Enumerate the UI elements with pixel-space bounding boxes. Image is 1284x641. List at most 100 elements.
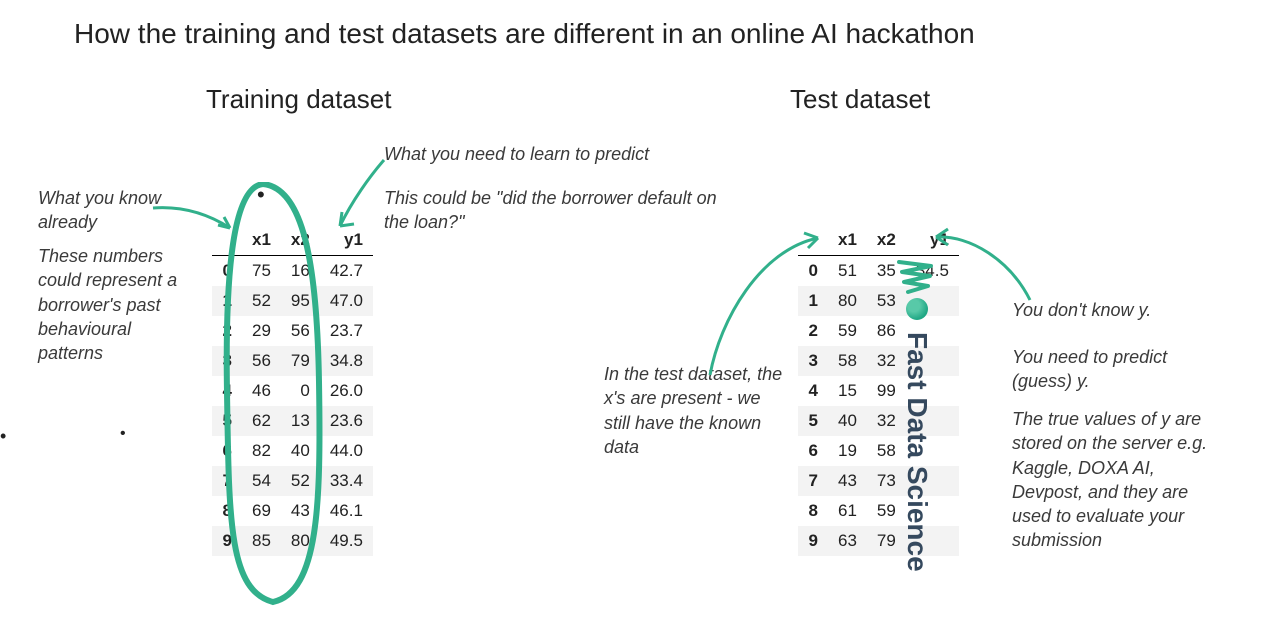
- col-y1: y1: [906, 225, 959, 256]
- note-learn-predict: What you need to learn to predict: [384, 142, 724, 166]
- cell: 58: [867, 436, 906, 466]
- table-row: 86159: [798, 496, 959, 526]
- col-x2: x2: [281, 225, 320, 256]
- table-row: 61958: [798, 436, 959, 466]
- cell: 16: [281, 256, 320, 287]
- cell: 51: [828, 256, 867, 287]
- cell: 34.5: [906, 256, 959, 287]
- cell: 4: [212, 376, 242, 406]
- table-row: 54032: [798, 406, 959, 436]
- cell: 79: [281, 346, 320, 376]
- table-row: 41599: [798, 376, 959, 406]
- cell: 34.8: [320, 346, 373, 376]
- table-row: 3567934.8: [212, 346, 373, 376]
- col-x1: x1: [242, 225, 281, 256]
- table-row: 1529547.0: [212, 286, 373, 316]
- cell: 2: [212, 316, 242, 346]
- cell: 56: [242, 346, 281, 376]
- cell: 3: [798, 346, 828, 376]
- cell: 44.0: [320, 436, 373, 466]
- cell: 61: [828, 496, 867, 526]
- training-title: Training dataset: [206, 84, 391, 115]
- cell: 43: [828, 466, 867, 496]
- cell: 86: [867, 316, 906, 346]
- col-x1: x1: [828, 225, 867, 256]
- cell: 29: [242, 316, 281, 346]
- cell: 62: [242, 406, 281, 436]
- cell: 13: [281, 406, 320, 436]
- cell: 63: [828, 526, 867, 556]
- page-title: How the training and test datasets are d…: [74, 18, 975, 50]
- cell: 56: [281, 316, 320, 346]
- cell: 7: [212, 466, 242, 496]
- watermark: Fast Data Science: [901, 298, 933, 572]
- cell: 3: [212, 346, 242, 376]
- cell: 69: [242, 496, 281, 526]
- cell: 46: [242, 376, 281, 406]
- cell: 73: [867, 466, 906, 496]
- table-row: 6824044.0: [212, 436, 373, 466]
- table-row: 74373: [798, 466, 959, 496]
- col-y1: y1: [320, 225, 373, 256]
- arrow-learn-to-y: [332, 156, 392, 234]
- table-row: 7545233.4: [212, 466, 373, 496]
- note-predict-y: You need to predict (guess) y.: [1012, 345, 1182, 394]
- cell: 47.0: [320, 286, 373, 316]
- cell: 33.4: [320, 466, 373, 496]
- cell: 40: [828, 406, 867, 436]
- cell: 54: [242, 466, 281, 496]
- cell: 46.1: [320, 496, 373, 526]
- table-row: 96379: [798, 526, 959, 556]
- watermark-text: Fast Data Science: [901, 332, 933, 572]
- cell: 15: [828, 376, 867, 406]
- test-table: x1 x2 y1 0513534.51805325986358324159954…: [798, 225, 959, 556]
- col-index: [212, 225, 242, 256]
- cell: 53: [867, 286, 906, 316]
- cell: 5: [212, 406, 242, 436]
- cell: 1: [212, 286, 242, 316]
- cell: 59: [828, 316, 867, 346]
- stray-dot-1: •: [257, 182, 265, 208]
- cell: 52: [281, 466, 320, 496]
- note-what-you-know: What you know already: [38, 186, 188, 235]
- cell: 23.6: [320, 406, 373, 436]
- table-row: 8694346.1: [212, 496, 373, 526]
- col-index: [798, 225, 828, 256]
- cell: 4: [798, 376, 828, 406]
- cell: 58: [828, 346, 867, 376]
- cell: 23.7: [320, 316, 373, 346]
- table-row: 9858049.5: [212, 526, 373, 556]
- cell: 80: [828, 286, 867, 316]
- cell: 0: [798, 256, 828, 287]
- test-title: Test dataset: [790, 84, 930, 115]
- cell: 95: [281, 286, 320, 316]
- stray-dot-3: •: [120, 425, 126, 443]
- table-row: 0751642.7: [212, 256, 373, 287]
- cell: 9: [798, 526, 828, 556]
- cell: 59: [867, 496, 906, 526]
- note-test-x-present: In the test dataset, the x's are present…: [604, 362, 784, 459]
- table-row: 446026.0: [212, 376, 373, 406]
- table-row: 25986: [798, 316, 959, 346]
- cell: 85: [242, 526, 281, 556]
- cell: 8: [798, 496, 828, 526]
- note-unknown-y: You don't know y.: [1012, 298, 1192, 322]
- cell: 99: [867, 376, 906, 406]
- watermark-icon: [906, 298, 928, 320]
- cell: 9: [212, 526, 242, 556]
- cell: 2: [798, 316, 828, 346]
- cell: 7: [798, 466, 828, 496]
- cell: 35: [867, 256, 906, 287]
- training-table: x1 x2 y1 0751642.71529547.02295623.73567…: [212, 225, 373, 556]
- cell: 52: [242, 286, 281, 316]
- cell: 42.7: [320, 256, 373, 287]
- cell: 49.5: [320, 526, 373, 556]
- cell: 75: [242, 256, 281, 287]
- stray-dot-2: •: [0, 426, 6, 447]
- cell: 19: [828, 436, 867, 466]
- table-row: 0513534.5: [798, 256, 959, 287]
- cell: 79: [867, 526, 906, 556]
- col-x2: x2: [867, 225, 906, 256]
- table-row: 2295623.7: [212, 316, 373, 346]
- cell: 32: [867, 406, 906, 436]
